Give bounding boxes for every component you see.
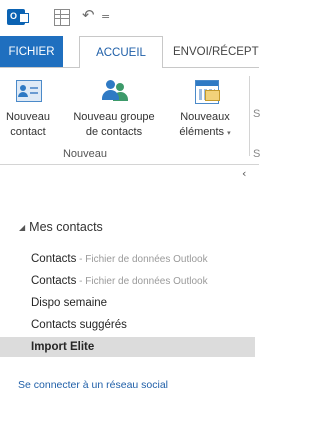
folder-pane: ◢ Mes contacts Contacts - Fichier de donn… (0, 165, 259, 428)
tab-envoi-reception[interactable]: ENVOI/RÉCEPT (173, 36, 259, 68)
folder-name: Contacts (31, 275, 77, 287)
contact-group-icon (100, 78, 128, 104)
new-group-label-1: Nouveau groupe (73, 111, 155, 123)
folder-name: Contacts (31, 253, 77, 265)
folder-source: - Fichier de données Outlook (76, 276, 208, 287)
my-contacts-header[interactable]: ◢ Mes contacts (19, 220, 103, 234)
ribbon-group-divider (249, 76, 250, 156)
folder-item-contacts-1[interactable]: Contacts - Fichier de données Outlook (31, 249, 208, 269)
collapse-pane-icon[interactable]: ‹ (242, 167, 246, 180)
tab-accueil[interactable]: ACCUEIL (79, 36, 163, 69)
new-group-label-2: de contacts (85, 126, 143, 138)
folder-item-dispo-semaine[interactable]: Dispo semaine (31, 293, 107, 313)
contact-card-icon (14, 78, 42, 104)
table-icon[interactable] (54, 9, 70, 26)
folder-item-suggested-contacts[interactable]: Contacts suggérés (31, 315, 127, 335)
ribbon: Nouveau contact Nouveau groupe de contac… (0, 68, 261, 164)
new-items-button[interactable]: Nouveaux éléments ▾ (170, 78, 240, 141)
dropdown-arrow-icon: ▾ (227, 130, 231, 137)
new-items-label-1: Nouveaux (180, 111, 230, 123)
folder-item-import-elite[interactable]: Import Elite (0, 337, 255, 357)
undo-icon[interactable]: ↶ (82, 6, 95, 24)
connect-social-network-link[interactable]: Se connecter à un réseau social (18, 379, 168, 391)
new-contact-label-1: Nouveau (5, 111, 51, 123)
ribbon-group-label: Nouveau (62, 148, 108, 160)
outlook-app-icon[interactable]: O (7, 9, 29, 25)
new-contact-group-button[interactable]: Nouveau groupe de contacts (58, 78, 170, 140)
new-items-icon (191, 78, 220, 104)
truncated-ribbon-label: S (253, 108, 261, 120)
new-items-label-2: éléments (179, 126, 225, 138)
quick-access-toolbar: O ↶ = (0, 0, 259, 36)
ribbon-tabs: FICHIER ACCUEIL ENVOI/RÉCEPT (0, 36, 259, 69)
collapse-triangle-icon[interactable]: ◢ (19, 223, 25, 232)
new-contact-label-2: contact (10, 126, 46, 138)
folder-name: Contacts suggérés (31, 319, 127, 331)
folder-item-contacts-2[interactable]: Contacts - Fichier de données Outlook (31, 271, 208, 291)
tab-fichier[interactable]: FICHIER (0, 36, 63, 68)
folder-source: - Fichier de données Outlook (76, 254, 208, 265)
customize-toolbar-icon[interactable]: = (101, 10, 110, 23)
truncated-group-label: S (253, 148, 261, 160)
new-contact-button[interactable]: Nouveau contact (0, 78, 56, 140)
section-title: Mes contacts (29, 220, 103, 234)
folder-name: Dispo semaine (31, 297, 108, 309)
folder-name: Import Elite (31, 341, 95, 353)
